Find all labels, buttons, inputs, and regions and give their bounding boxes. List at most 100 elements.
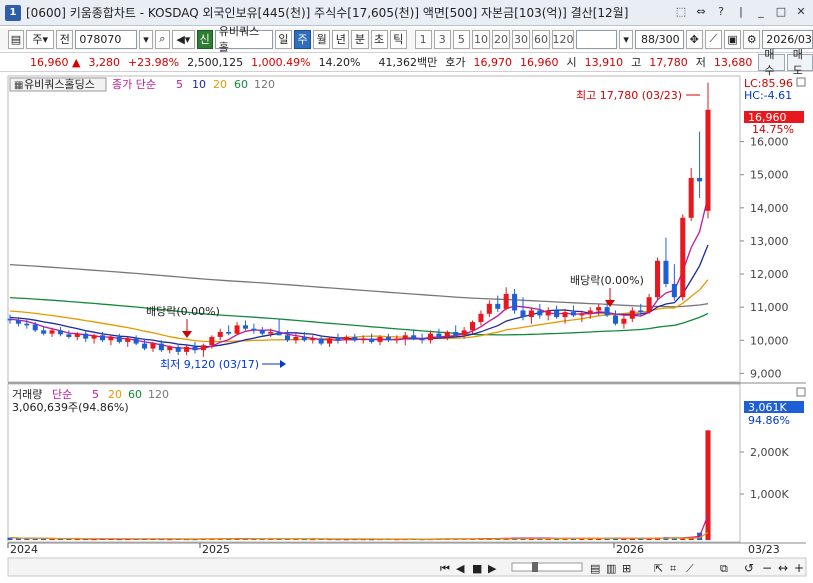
nav-scroll-track[interactable] xyxy=(511,562,583,572)
interval-custom-input[interactable] xyxy=(575,29,618,49)
interval-120[interactable]: 120 xyxy=(551,29,574,49)
nav-prev-icon[interactable]: ◀ xyxy=(456,562,465,575)
interval-3[interactable]: 3 xyxy=(433,29,451,49)
volume-ma-60: 60 xyxy=(128,388,142,401)
candle-body xyxy=(184,346,190,352)
candle-body xyxy=(74,333,80,337)
swap-window-icon[interactable]: ⇔ xyxy=(693,4,709,20)
period-minute-tab[interactable]: 분 xyxy=(351,29,369,49)
interval-30[interactable]: 30 xyxy=(511,29,530,49)
interval-5[interactable]: 5 xyxy=(452,29,470,49)
interval-dropdown-icon[interactable]: ▾ xyxy=(619,29,633,49)
low-price: 13,680 xyxy=(713,55,753,69)
period-week-tab[interactable]: 주 xyxy=(293,29,312,49)
period-second-tab[interactable]: 초 xyxy=(370,29,388,49)
stock-name-field: 유비쿼스홀 xyxy=(214,25,273,54)
volume-ma-label: 단순 xyxy=(52,388,72,401)
nav-tool-1-icon[interactable]: ▤ xyxy=(590,562,600,575)
candle-body xyxy=(562,312,568,318)
candle-body xyxy=(125,338,131,342)
candle-body xyxy=(470,322,476,331)
layout-icon[interactable]: ▤ xyxy=(8,29,24,49)
nav-stop-icon[interactable]: ■ xyxy=(472,562,482,575)
zoom-reset-icon[interactable]: ↺ xyxy=(744,561,754,575)
last-price-pct: 14.75% xyxy=(752,123,794,136)
crosshair-icon[interactable]: ✥ xyxy=(685,29,703,49)
bar-count-field[interactable]: 88/300 xyxy=(634,29,684,49)
high-annotation: 최고 17,780 (03/23) xyxy=(576,89,682,102)
candle-body xyxy=(697,178,703,182)
zoom-in-icon[interactable]: + xyxy=(794,561,804,575)
candle-body xyxy=(394,338,400,341)
candle-body xyxy=(503,293,509,309)
close-button[interactable]: ✕ xyxy=(793,4,809,20)
period-year-tab[interactable]: 년 xyxy=(332,29,350,49)
candle-body xyxy=(49,330,55,334)
nav-next-icon[interactable]: ▶ xyxy=(488,562,497,575)
save-icon[interactable]: ▣ xyxy=(723,29,742,49)
nav-first-icon[interactable]: ⏮ xyxy=(440,562,450,575)
price-tick-label: 12,000 xyxy=(750,268,789,281)
stock-chart[interactable]: ▦ 유비쿼스홀딩스 종가 단순 5 10 20 60 120 LC:85.96 … xyxy=(0,74,813,580)
draw-tool-icon[interactable]: ⟋ xyxy=(704,29,722,49)
nav-tool-5-icon[interactable]: ⌗ xyxy=(670,562,676,575)
candle-body xyxy=(116,336,122,342)
ma-legend-10: 10 xyxy=(192,78,206,91)
candle-body xyxy=(545,310,551,316)
volume-bar xyxy=(32,538,38,540)
bar-count-value: 88 xyxy=(640,32,655,46)
nav-scroll-thumb[interactable] xyxy=(532,562,538,572)
maximize-button[interactable]: □ xyxy=(773,4,789,20)
interval-10[interactable]: 10 xyxy=(471,29,490,49)
candle-body xyxy=(192,346,198,351)
interval-1[interactable]: 1 xyxy=(414,29,432,49)
zoom-fit-icon[interactable]: ↔ xyxy=(778,561,788,575)
gear-icon[interactable]: ⚙ xyxy=(743,29,761,49)
x-label-2024: 2024 xyxy=(10,543,38,556)
sell-button[interactable]: 매도 xyxy=(786,48,813,77)
nav-tool-3-icon[interactable]: ⊞ xyxy=(622,562,631,575)
price-panel-close-icon[interactable] xyxy=(796,77,806,87)
speaker-icon[interactable]: ◀▾ xyxy=(171,29,195,49)
hc-value: HC:-4.61 xyxy=(744,89,792,102)
interval-20[interactable]: 20 xyxy=(491,29,510,49)
candle-body xyxy=(15,320,21,324)
window-titlebar: 1 [0600] 키움종합차트 - KOSDAQ 외국인보유[445(천)] 주… xyxy=(0,0,813,26)
interval-60[interactable]: 60 xyxy=(531,29,550,49)
candle-body xyxy=(32,324,38,331)
code-dropdown-icon[interactable]: ▾ xyxy=(139,29,153,49)
current-price: 16,960 ▲ xyxy=(0,56,84,69)
nav-tool-4-icon[interactable]: ⇱ xyxy=(654,562,663,575)
candle-body xyxy=(360,338,366,341)
period-month-tab[interactable]: 월 xyxy=(313,29,331,49)
buy-button[interactable]: 매수 xyxy=(758,48,785,77)
zoom-out-icon[interactable]: − xyxy=(762,561,772,575)
period-day-tab[interactable]: 일 xyxy=(274,29,292,49)
candle-body xyxy=(671,283,677,298)
volume-ma-20: 20 xyxy=(108,388,122,401)
chart-pane[interactable]: ▦ 유비쿼스홀딩스 종가 단순 5 10 20 60 120 LC:85.96 … xyxy=(0,74,813,580)
price-tick-label: 10,000 xyxy=(750,334,789,347)
quote-bar: 16,960 ▲ 3,280 +23.98% 2,500,125 1,000.4… xyxy=(0,48,813,77)
nav-tool-6-icon[interactable]: ⟋ xyxy=(686,562,694,575)
period-select[interactable]: 주 ▾ xyxy=(26,29,55,49)
candle-body xyxy=(91,335,97,339)
mode-button[interactable]: 전 xyxy=(56,29,74,49)
volume-panel-close-icon[interactable] xyxy=(796,387,806,397)
x-label-2026: 2026 xyxy=(616,543,644,556)
help-icon[interactable]: ? xyxy=(713,4,729,20)
price-change: 3,280 xyxy=(88,55,120,69)
nav-tool-7-icon[interactable]: ⧉ xyxy=(720,562,728,575)
open-price: 13,910 xyxy=(584,55,624,69)
candle-body xyxy=(209,336,215,346)
period-tick-tab[interactable]: 틱 xyxy=(389,29,407,49)
link-window-icon[interactable]: ⬚ xyxy=(673,4,689,20)
search-icon[interactable]: ⌕ xyxy=(154,29,170,49)
nav-tool-2-icon[interactable]: ▥ xyxy=(606,562,616,575)
candle-body xyxy=(234,325,240,334)
stock-code-input[interactable]: 078070 xyxy=(75,29,138,49)
trade-amount: 41,362백만 xyxy=(378,56,438,69)
minimize-button[interactable]: _ xyxy=(753,4,769,20)
candle-body xyxy=(24,323,30,326)
candle-body xyxy=(461,330,467,336)
